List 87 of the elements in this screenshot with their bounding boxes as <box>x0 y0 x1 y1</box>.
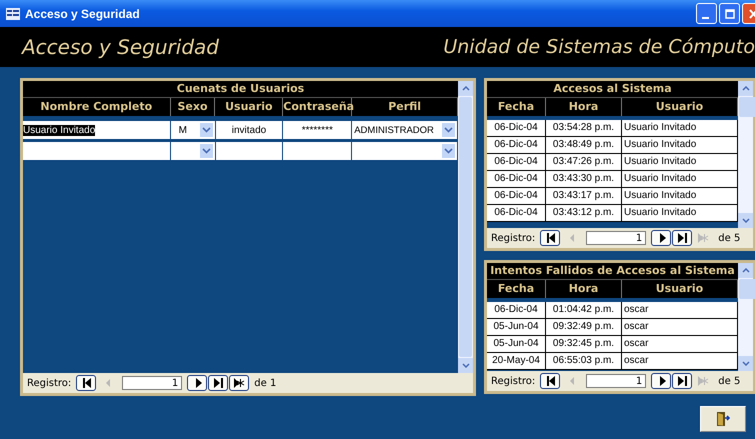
skip-end-icon <box>676 231 688 245</box>
table-cell: 09:32:45 p.m. <box>546 336 622 352</box>
play-star-icon <box>697 374 710 388</box>
record-count: de 5 <box>718 376 740 386</box>
table-cell: 06-Dic-04 <box>487 205 546 221</box>
scroll-down-icon[interactable] <box>742 361 750 366</box>
record-first-button[interactable] <box>76 375 96 391</box>
record-next-button[interactable] <box>187 375 208 391</box>
subform-title: Cuenats de Usuarios <box>23 81 458 97</box>
scroll-thumb[interactable] <box>459 97 472 357</box>
subform-title: Intentos Fallidos de Accesos al Sistema <box>487 263 738 279</box>
record-last-button[interactable] <box>672 230 692 246</box>
scrollbar[interactable] <box>458 81 473 373</box>
form-title: Acceso y Seguridad <box>22 35 219 59</box>
column-header: Usuario <box>215 98 284 116</box>
record-last-button[interactable] <box>672 373 692 389</box>
column-header: Hora <box>546 98 622 116</box>
table-cell: 06-Dic-04 <box>487 302 546 318</box>
skip-start-icon <box>544 374 556 388</box>
skip-start-icon <box>80 376 92 390</box>
record-new-button[interactable] <box>229 375 250 391</box>
table-cell: 03:43:30 p.m. <box>546 171 622 187</box>
table-cell: 06-Dic-04 <box>487 154 546 170</box>
table-cell: 06-Dic-04 <box>487 188 546 204</box>
scroll-thumb[interactable] <box>739 279 755 299</box>
scroll-up-icon[interactable] <box>462 86 470 91</box>
record-next-button[interactable] <box>651 373 672 389</box>
table-cell: 06-Dic-04 <box>487 171 546 187</box>
column-header: Sexo <box>170 98 216 116</box>
close-icon <box>748 8 755 18</box>
scroll-down-icon[interactable] <box>742 218 750 223</box>
record-number-field[interactable]: 1 <box>586 374 646 388</box>
column-header: Fecha <box>487 280 546 298</box>
record-number-field[interactable]: 1 <box>122 376 182 390</box>
table-cell: 06-Dic-04 <box>487 120 546 136</box>
column-header: Hora <box>546 280 622 298</box>
record-label: Registro: <box>491 232 536 244</box>
door-icon <box>715 411 731 427</box>
form-subtitle: Unidad de Sistemas de Cómputo <box>443 36 755 58</box>
column-header: Contraseña <box>283 98 352 116</box>
table-cell: 01:04:42 p.m. <box>546 302 622 318</box>
table-cell: M <box>178 124 187 136</box>
record-count: de 1 <box>254 378 276 388</box>
table-cell: ******** <box>302 124 333 136</box>
table-cell: 03:47:26 p.m. <box>546 154 622 170</box>
record-next-button[interactable] <box>651 230 672 246</box>
play-star-icon <box>233 376 246 390</box>
record-label: Registro: <box>491 376 536 386</box>
table-cell: ADMINISTRADOR <box>354 124 434 136</box>
scroll-down-icon[interactable] <box>462 363 470 368</box>
record-number-field[interactable]: 1 <box>586 231 646 245</box>
maximize-button[interactable] <box>719 3 740 24</box>
subform-title: Accesos al Sistema <box>487 81 738 97</box>
table-cell: Usuario Invitado <box>23 124 96 136</box>
table-cell: 03:54:28 p.m. <box>546 120 622 136</box>
table-cell: 03:43:12 p.m. <box>546 205 622 221</box>
table-cell: 06:55:03 p.m. <box>546 353 622 369</box>
record-label: Registro: <box>27 378 72 388</box>
table-cell: 05-Jun-04 <box>487 336 546 352</box>
scrollbar[interactable] <box>738 81 753 228</box>
minimize-button[interactable] <box>696 3 717 24</box>
column-header: Fecha <box>487 98 546 116</box>
skip-end-icon <box>676 374 688 388</box>
play-star-icon <box>697 231 710 245</box>
maximize-icon <box>724 8 734 18</box>
record-first-button[interactable] <box>540 230 560 246</box>
skip-end-icon <box>212 376 224 390</box>
table-cell: 03:48:49 p.m. <box>546 137 622 153</box>
table-cell: 03:43:17 p.m. <box>546 188 622 204</box>
minimize-icon <box>702 16 709 18</box>
record-count: de 5 <box>718 232 740 244</box>
column-header: Nombre Completo <box>23 98 171 116</box>
table-cell: invitado <box>232 124 266 136</box>
table-cell: 05-Jun-04 <box>487 319 546 335</box>
skip-start-icon <box>544 231 556 245</box>
scroll-up-icon[interactable] <box>742 86 750 91</box>
record-last-button[interactable] <box>208 375 228 391</box>
scroll-up-icon[interactable] <box>742 268 750 273</box>
table-cell: 09:32:49 p.m. <box>546 319 622 335</box>
scrollbar[interactable] <box>738 263 753 371</box>
record-first-button[interactable] <box>540 373 560 389</box>
exit-button[interactable] <box>700 406 746 432</box>
table-cell: 06-Dic-04 <box>487 137 546 153</box>
window-title: Acceso y Seguridad <box>25 6 140 20</box>
scroll-thumb[interactable] <box>739 97 755 117</box>
form-icon <box>6 8 20 20</box>
table-cell: 20-May-04 <box>487 353 546 369</box>
